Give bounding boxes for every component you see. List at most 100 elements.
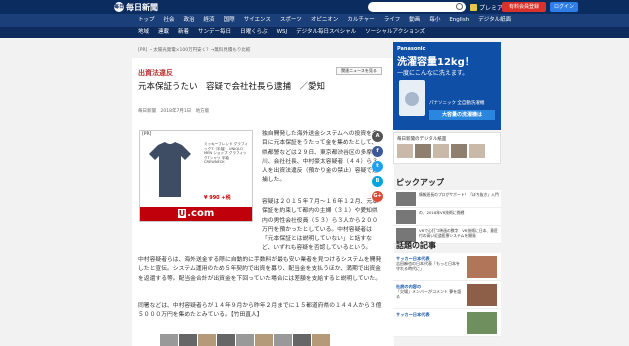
nav2-item-series[interactable]: 連載 [158,27,169,38]
nav-item-opinion[interactable]: オピニオン [311,14,339,27]
photo-thumb[interactable] [217,334,235,346]
facebook-icon[interactable]: f [372,146,383,157]
paper-thumb[interactable] [469,144,485,158]
pr-ad[interactable]: [PR] ミッキーフレンド グラフィックT（半袖） UNIQLO MEN ショッ… [139,130,253,222]
ad-model: パナソニック 全自動洗濯機 [429,101,485,106]
article-paragraph: 中村容疑者らは、海外送金する際に自動的に手数料が最も安い業者を見つけるシステムを… [138,257,382,282]
ad-subtitle: 一度にこんなに洗えます。 [397,70,469,77]
nav2-item-new[interactable]: 新着 [178,27,189,38]
topic-text: 「欠場」メンバーがコメント 夢を語る [396,289,462,299]
article-category[interactable]: 出資法違反 [138,68,173,78]
top-bar: 毎日 毎日新聞 プレミア 有料会員登録 ログイン [0,0,629,14]
topic-item[interactable]: サッカー日本代表 吉田麻也の日本代表「もっと日本を守れる時代に」 [393,253,501,281]
photo-thumb[interactable] [160,334,178,346]
mainichi-logo-icon[interactable]: 毎日 [114,2,124,12]
nav2-item-sunday[interactable]: サンデー毎日 [198,27,231,38]
article-headline: 元本保証うたい 容疑で会社社長ら逮捕 ／愛知 [138,82,326,92]
primary-nav: トップ 社会 政治 経済 国際 サイエンス スポーツ オピニオン カルチャー ラ… [0,14,629,27]
topic-thumb [467,312,497,334]
topic-thumb [467,256,497,278]
photo-thumb[interactable] [312,334,330,346]
washer-image [399,80,425,116]
digital-paper-widget[interactable]: 毎日新聞のデジタル紙面 [393,132,501,164]
article-date: 毎日新聞 2018年7月1日 地方版 [138,109,210,114]
nav2-item-nichiyo[interactable]: 日曜くらぶ [240,27,268,38]
text-size-button[interactable]: A [372,131,383,142]
article-paragraph: 容疑は２０１５年７月〜１６年１２月、元本保証を約束して都内の主婦（３１）や愛知県… [262,199,378,252]
ad-brand: Panasonic [397,46,426,52]
digital-paper-title: 毎日新聞のデジタル紙面 [397,137,447,142]
article-card: 出資法違反 関連ニュースを見る 元本保証うたい 容疑で会社社長ら逮捕 ／愛知 毎… [132,58,394,346]
uniqlo-mark: U [177,209,187,218]
nav-item-international[interactable]: 国際 [224,14,235,27]
pickup-thumb [396,210,416,224]
photo-thumb[interactable] [274,334,292,346]
paper-thumb[interactable] [451,144,467,158]
nav-item-sports[interactable]: スポーツ [280,14,302,27]
share-buttons: A f t B G+ [372,131,384,206]
paper-thumb[interactable] [433,144,449,158]
secondary-nav: 地域 連載 新着 サンデー毎日 日曜くらぶ WSJ デジタル毎日スペシャル ソー… [0,27,629,38]
hatena-icon[interactable]: B [372,176,383,187]
search-icon[interactable] [456,3,463,10]
pickup-item[interactable]: 情報班長のプロがサポート！「ぼち抜き」入門 [393,190,501,208]
nav2-item-wsj[interactable]: WSJ [277,27,288,38]
topics-heading: 話題の記事 [396,241,436,250]
pickup-heading: ピックアップ [396,178,444,187]
nav-item-video[interactable]: 動画 [409,14,420,27]
nav-item-politics[interactable]: 政治 [184,14,195,27]
nav-item-life[interactable]: ライフ [384,14,401,27]
pickup-item[interactable]: の、2018年VR技術に挑戦 [393,208,501,226]
subscribe-button[interactable]: 有料会員登録 [502,2,546,12]
top-ad-link[interactable]: [PR] ・太陽光発電×100万円安く？→無料見積もり比較 [138,47,250,53]
uniqlo-banner[interactable]: U .com [140,207,252,221]
panasonic-ad[interactable]: Panasonic 洗濯容量12kg！ 一度にこんなに洗えます。 パナソニック … [393,42,501,130]
nav-item-digital-paper[interactable]: デジタル紙面 [478,14,511,27]
pr-copy: ミッキーフレンド グラフィックT（半袖） UNIQLO MEN ショップ グラフ… [204,142,248,164]
topic-thumb [467,284,497,306]
nav-item-english[interactable]: English [449,14,469,27]
nav2-item-special[interactable]: デジタル毎日スペシャル [296,27,356,38]
pickup-thumb [396,192,416,206]
paper-thumb[interactable] [415,144,431,158]
topic-item[interactable]: 社説の内容の 「欠場」メンバーがコメント 夢を語る [393,281,501,309]
twitter-icon[interactable]: t [372,161,383,172]
pr-price: ¥ 990 +税 [204,195,231,201]
premier-link[interactable]: プレミア [470,3,503,12]
topic-text: 吉田麻也の日本代表「もっと日本を守れる時代に」 [396,261,460,271]
nav-item-science[interactable]: サイエンス [244,14,271,27]
login-button[interactable]: ログイン [550,2,578,12]
related-news-button[interactable]: 関連ニュースを見る [336,67,382,75]
tshirt-image [149,142,191,197]
nav2-item-region[interactable]: 地域 [138,27,149,38]
photo-thumb[interactable] [179,334,197,346]
ad-cta-button[interactable]: 大容量の洗濯機は [429,110,495,120]
photo-thumb[interactable] [236,334,254,346]
related-photos[interactable] [160,334,331,346]
nav-item-culture[interactable]: カルチャー [347,14,374,27]
nav-item-top[interactable]: トップ [138,14,155,27]
pickup-text: VRで心打つ映画の数字 VR技術に日本、意匠付の高い近道医療システムを開発 [419,228,498,238]
article-paragraph: 独自開発した海外送金システムへの投資を名目に元本保証をうたって金を集めたとして、… [262,131,378,184]
nav-item-economy[interactable]: 経済 [204,14,215,27]
topic-category: サッカー日本代表 [396,312,430,317]
topics-list: サッカー日本代表 吉田麻也の日本代表「もっと日本を守れる時代に」 社説の内容の … [393,253,501,337]
pickup-text: 情報班長のプロがサポート！「ぼち抜き」入門 [419,192,499,197]
photo-thumb[interactable] [293,334,311,346]
photo-thumb[interactable] [255,334,273,346]
site-logo[interactable]: 毎日新聞 [126,2,158,13]
pr-tag: [PR] [142,132,152,137]
premier-label: プレミア [479,5,504,12]
paper-thumb[interactable] [397,144,413,158]
ad-title: 洗濯容量12kg！ [397,57,475,68]
google-plus-icon[interactable]: G+ [372,191,383,202]
topic-item[interactable]: サッカー日本代表 [393,309,501,337]
nav-item-society[interactable]: 社会 [164,14,175,27]
search-input[interactable] [368,2,466,12]
uniqlo-domain: .com [187,208,215,219]
nav2-item-social[interactable]: ソーシャルアクションズ [365,27,425,38]
article-paragraph: 同署などは、中村容疑者らが１４年９月から昨年２月までに１５都道府県の１４４人から… [138,303,382,319]
nav-item-maisho[interactable]: 毎小 [429,14,440,27]
photo-thumb[interactable] [198,334,216,346]
pickup-list: 情報班長のプロがサポート！「ぼち抜き」入門 の、2018年VR技術に挑戦 VRで… [393,190,501,244]
